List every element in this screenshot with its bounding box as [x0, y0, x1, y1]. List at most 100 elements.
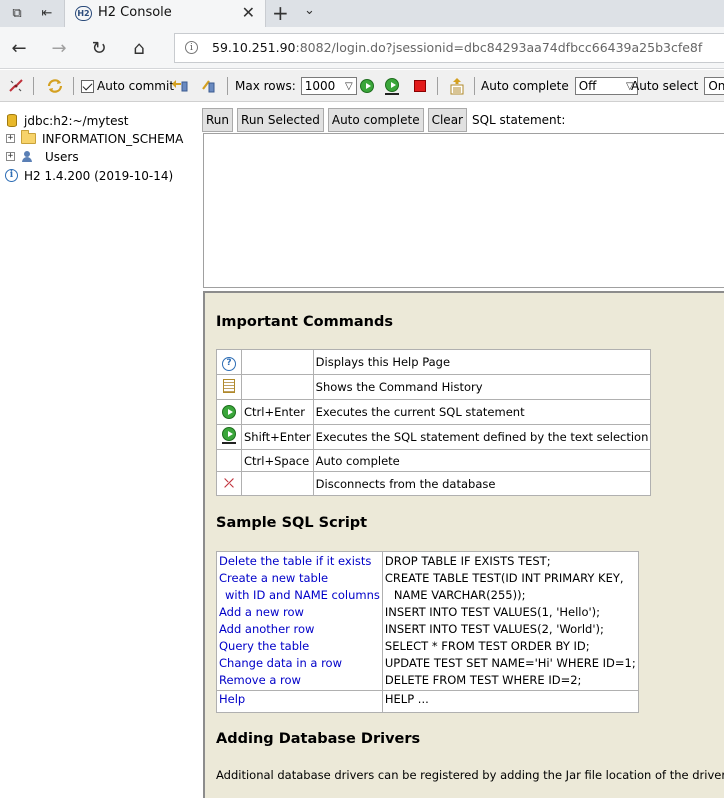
clear-button[interactable]: Clear [427, 108, 467, 132]
max-rows-control: Max rows: 1000 ▽ [235, 77, 357, 95]
checkbox-checked-icon[interactable] [81, 79, 94, 93]
command-desc: Executes the SQL statement defined by th… [312, 424, 652, 450]
refresh-tree-icon[interactable] [46, 77, 64, 95]
commit-icon[interactable] [200, 77, 218, 95]
max-rows-value: 1000 [304, 79, 336, 93]
command-key: Ctrl+Enter [241, 399, 314, 425]
script-line: INSERT INTO TEST VALUES(2, 'World'); [384, 622, 604, 636]
tab-actions-icon[interactable]: ⧉ [6, 3, 28, 23]
command-key [241, 471, 314, 496]
url-text: 59.10.251.90:8082/login.do?jsessionid=db… [212, 40, 702, 55]
auto-complete-value: Off [578, 79, 597, 93]
auto-commit-label: Auto commit [97, 79, 175, 93]
auto-complete-label: Auto complete [481, 79, 569, 93]
stop-icon[interactable] [414, 77, 426, 95]
url-field[interactable]: i 59.10.251.90:8082/login.do?jsessionid=… [174, 33, 724, 63]
script-link[interactable]: Add another row [219, 621, 380, 638]
sql-statement-label: SQL statement: [471, 113, 566, 127]
sample-sql-heading: Sample SQL Script [216, 515, 368, 531]
command-desc: Disconnects from the database [312, 471, 652, 496]
script-links-cell: Delete the table if it exists Create a n… [216, 551, 383, 691]
command-desc: Executes the current SQL statement [312, 399, 652, 425]
drivers-text: Additional database drivers can be regis… [216, 768, 724, 782]
auto-complete-select[interactable]: Off ▽ [574, 77, 638, 95]
script-link[interactable]: Remove a row [219, 672, 380, 689]
auto-complete-button[interactable]: Auto complete [327, 108, 424, 132]
script-link[interactable]: Create a new table [219, 570, 380, 587]
url-path: :8082/login.do?jsessionid=dbc84293aa74df… [295, 40, 703, 55]
run-selected-icon[interactable] [385, 77, 399, 95]
script-line: NAME VARCHAR(255)); [393, 588, 526, 602]
auto-select-label: Auto select [631, 79, 699, 93]
new-tab-icon[interactable]: + [272, 1, 289, 25]
script-line: DROP TABLE IF EXISTS TEST; [384, 554, 551, 568]
tree-item-information-schema[interactable]: + INFORMATION_SCHEMA [6, 130, 183, 147]
tabs-aside-icon[interactable]: ⇤ [36, 3, 58, 23]
script-link[interactable]: Query the table [219, 638, 380, 655]
script-line: DELETE FROM TEST WHERE ID=2; [384, 673, 582, 687]
table-row: Help HELP ... [216, 690, 639, 713]
tree-item-users[interactable]: + Users [6, 148, 79, 165]
script-link[interactable]: Delete the table if it exists [219, 553, 380, 570]
table-row: ⤫ Disconnects from the database [216, 471, 652, 496]
query-bar: Run Run Selected Auto complete Clear SQL… [202, 108, 565, 132]
tree-item-label: INFORMATION_SCHEMA [42, 131, 184, 146]
commands-table: ? Displays this Help Page Shows the Comm… [216, 349, 652, 496]
run-selected-icon[interactable] [222, 427, 236, 444]
run-icon[interactable] [222, 405, 236, 420]
script-line: CREATE TABLE TEST(ID INT PRIMARY KEY, [384, 571, 624, 585]
help-link[interactable]: Help [216, 690, 383, 713]
history-icon[interactable] [223, 378, 235, 393]
command-key: Ctrl+Space [241, 449, 314, 472]
database-icon [7, 114, 17, 127]
forward-icon[interactable]: → [46, 35, 72, 61]
table-row: Ctrl+Enter Executes the current SQL stat… [216, 399, 652, 425]
expand-icon[interactable]: + [6, 134, 15, 143]
script-link[interactable]: Change data in a row [219, 655, 380, 672]
back-icon[interactable]: ← [6, 35, 32, 61]
tree-item-label: Users [45, 149, 79, 164]
browser-tab[interactable]: H2 H2 Console ✕ [64, 0, 266, 27]
chevron-down-icon[interactable]: ⌄ [304, 3, 315, 18]
url-host: 59.10.251.90 [212, 40, 296, 55]
command-desc: Auto complete [312, 449, 652, 472]
script-link[interactable]: with ID and NAME columns [219, 587, 380, 604]
connection-label: jdbc:h2:~/mytest [24, 113, 129, 128]
help-icon[interactable]: ? [222, 356, 236, 371]
help-panel: Important Commands ? Displays this Help … [203, 291, 724, 798]
auto-select-select[interactable]: On [704, 77, 724, 95]
script-line: SELECT * FROM TEST ORDER BY ID; [384, 639, 590, 653]
home-icon[interactable]: ⌂ [126, 35, 152, 61]
address-bar: ← → ↻ ⌂ i 59.10.251.90:8082/login.do?jse… [0, 27, 724, 69]
rollback-icon[interactable] [170, 77, 190, 95]
run-button[interactable]: Run [202, 108, 234, 132]
expand-icon[interactable]: + [6, 152, 15, 161]
script-line: INSERT INTO TEST VALUES(1, 'Hello'); [384, 605, 601, 619]
max-rows-select[interactable]: 1000 ▽ [300, 77, 357, 95]
tab-title: H2 Console [98, 5, 172, 20]
run-selected-button[interactable]: Run Selected [237, 108, 324, 132]
command-key [241, 374, 314, 400]
sample-script-table: Delete the table if it exists Create a n… [216, 551, 639, 713]
run-icon[interactable] [360, 77, 374, 95]
folder-icon [21, 130, 36, 144]
tree-connection[interactable]: jdbc:h2:~/mytest [7, 112, 128, 129]
script-line: UPDATE TEST SET NAME='Hi' WHERE ID=1; [384, 656, 636, 670]
refresh-icon[interactable]: ↻ [86, 35, 112, 61]
auto-commit-checkbox[interactable]: Auto commit [81, 77, 174, 95]
tab-close-icon[interactable]: ✕ [242, 3, 255, 22]
disconnect-icon[interactable]: ⤫ [224, 476, 234, 491]
max-rows-label: Max rows: [235, 79, 296, 93]
sql-input[interactable] [203, 133, 724, 288]
drivers-heading: Adding Database Drivers [216, 731, 421, 747]
history-icon[interactable] [450, 77, 464, 95]
auto-select-control: Auto select On [631, 77, 724, 95]
site-info-icon[interactable]: i [185, 41, 198, 54]
disconnect-icon[interactable] [8, 77, 24, 95]
h2-toolbar: Auto commit Max rows: 1000 ▽ Auto complet… [0, 70, 724, 102]
important-commands-heading: Important Commands [216, 314, 393, 330]
info-icon: i [5, 169, 18, 182]
script-code-cell: DROP TABLE IF EXISTS TEST; CREATE TABLE … [381, 551, 639, 691]
table-row: Shift+Enter Executes the SQL statement d… [216, 424, 652, 450]
script-link[interactable]: Add a new row [219, 604, 380, 621]
